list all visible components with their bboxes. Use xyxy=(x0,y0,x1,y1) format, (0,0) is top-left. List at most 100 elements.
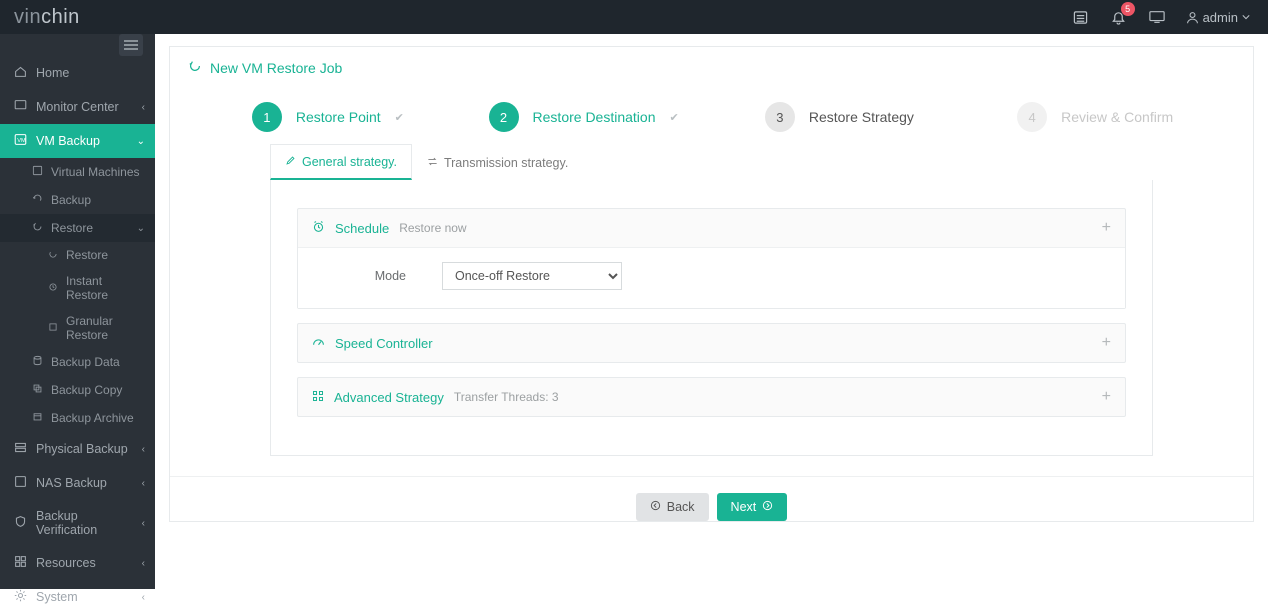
sidebar-sub-label: Backup xyxy=(51,193,91,207)
notification-bell-icon[interactable]: 5 xyxy=(1110,8,1128,26)
sidebar-item-backup-verification[interactable]: Backup Verification ‹ xyxy=(0,500,155,546)
sidebar-sub2-restore[interactable]: Restore xyxy=(0,242,155,268)
copy-icon xyxy=(32,383,43,397)
list-icon[interactable] xyxy=(1072,8,1090,26)
user-menu[interactable]: admin xyxy=(1186,10,1250,25)
monitor-center-icon xyxy=(14,99,27,115)
notification-badge: 5 xyxy=(1121,2,1135,16)
sidebar-sub2-label: Granular Restore xyxy=(66,314,145,342)
monitor-icon[interactable] xyxy=(1148,8,1166,26)
sidebar-label: VM Backup xyxy=(36,134,100,148)
plus-icon: + xyxy=(1102,388,1111,406)
back-label: Back xyxy=(667,500,695,514)
sidebar-sub-label: Backup Archive xyxy=(51,411,134,425)
restore-icon xyxy=(188,59,202,76)
sidebar-sub-backup-archive[interactable]: Backup Archive xyxy=(0,404,155,432)
sidebar-sub2-label: Restore xyxy=(66,248,108,262)
tab-general-strategy[interactable]: General strategy. xyxy=(270,144,412,180)
schedule-header[interactable]: Schedule Restore now + xyxy=(298,209,1125,247)
vm-list-icon xyxy=(32,165,43,179)
plus-icon: + xyxy=(1102,334,1111,352)
shield-icon xyxy=(14,515,27,531)
server-icon xyxy=(14,441,27,457)
sidebar-sub-label: Restore xyxy=(51,221,93,235)
sidebar-label: Backup Verification xyxy=(36,509,133,537)
wizard-step-2[interactable]: 2 Restore Destination ✔ xyxy=(456,94,712,140)
sidebar-sub-backup-data[interactable]: Backup Data xyxy=(0,348,155,376)
next-label: Next xyxy=(731,500,757,514)
menu-icon xyxy=(124,40,138,50)
wizard-step-4: 4 Review & Confirm xyxy=(967,94,1223,140)
wizard-steps: 1 Restore Point ✔ 2 Restore Destination … xyxy=(170,88,1253,140)
sidebar-sub-label: Backup Data xyxy=(51,355,120,369)
sidebar-sub2-label: Instant Restore xyxy=(66,274,145,302)
grid-icon xyxy=(14,555,27,571)
step-label: Review & Confirm xyxy=(1061,109,1173,125)
chevron-down-icon: ⌄ xyxy=(137,223,145,234)
sidebar-item-physical-backup[interactable]: Physical Backup ‹ xyxy=(0,432,155,466)
advanced-title: Advanced Strategy xyxy=(334,390,444,405)
sidebar-sub-restore[interactable]: Restore ⌄ xyxy=(0,214,155,242)
data-icon xyxy=(32,355,43,369)
chevron-left-icon: ‹ xyxy=(142,102,145,113)
chevron-left-icon: ‹ xyxy=(142,518,145,529)
sidebar-item-monitor[interactable]: Monitor Center ‹ xyxy=(0,90,155,124)
wizard-panel: New VM Restore Job 1 Restore Point ✔ 2 R… xyxy=(169,46,1254,522)
sidebar-sub-label: Virtual Machines xyxy=(51,165,140,179)
sidebar-item-vm-backup[interactable]: VM VM Backup ⌄ xyxy=(0,124,155,158)
backup-icon xyxy=(32,193,43,207)
sidebar-toggle-button[interactable] xyxy=(119,34,143,56)
back-button[interactable]: Back xyxy=(636,493,709,521)
restore-icon xyxy=(32,221,43,235)
gauge-icon xyxy=(312,335,325,351)
mode-select[interactable]: Once-off Restore xyxy=(442,262,622,290)
advanced-section: Advanced Strategy Transfer Threads: 3 + xyxy=(297,377,1126,417)
sidebar-toggle-row xyxy=(0,34,155,56)
sidebar-item-home[interactable]: Home xyxy=(0,56,155,90)
schedule-title: Schedule xyxy=(335,221,389,236)
topbar: vinchin 5 admin xyxy=(0,0,1268,34)
chevron-left-icon: ‹ xyxy=(142,444,145,455)
sidebar-label: Resources xyxy=(36,556,96,570)
transfer-icon xyxy=(427,156,438,170)
advanced-header[interactable]: Advanced Strategy Transfer Threads: 3 + xyxy=(298,378,1125,416)
sidebar-label: Physical Backup xyxy=(36,442,128,456)
next-button[interactable]: Next xyxy=(717,493,788,521)
sidebar: Home Monitor Center ‹ VM VM Backup ⌄ Vir… xyxy=(0,34,155,589)
check-icon: ✔ xyxy=(395,111,404,124)
step-number: 1 xyxy=(252,102,282,132)
archive-icon xyxy=(32,411,43,425)
sidebar-item-resources[interactable]: Resources ‹ xyxy=(0,546,155,580)
chevron-down-icon xyxy=(1242,13,1250,21)
sidebar-sub-backup[interactable]: Backup xyxy=(0,186,155,214)
strategy-tabs: General strategy. Transmission strategy. xyxy=(170,144,1253,180)
tab-label: Transmission strategy. xyxy=(444,156,568,170)
speed-header[interactable]: Speed Controller + xyxy=(298,324,1125,362)
tab-transmission-strategy[interactable]: Transmission strategy. xyxy=(412,144,583,180)
instant-icon xyxy=(48,281,58,295)
sidebar-sub-label: Backup Copy xyxy=(51,383,122,397)
step-number: 4 xyxy=(1017,102,1047,132)
chevron-left-icon: ‹ xyxy=(142,478,145,489)
step-label: Restore Point xyxy=(296,109,381,125)
chevron-down-icon: ⌄ xyxy=(137,136,145,147)
sidebar-item-nas-backup[interactable]: NAS Backup ‹ xyxy=(0,466,155,500)
sidebar-label: Home xyxy=(36,66,69,80)
sidebar-sub-virtual-machines[interactable]: Virtual Machines xyxy=(0,158,155,186)
step-number: 2 xyxy=(489,102,519,132)
sidebar-sub2-instant-restore[interactable]: Instant Restore xyxy=(0,268,155,308)
main-area: Home Monitor Center ‹ VM VM Backup ⌄ Vir… xyxy=(0,34,1268,589)
page-title-row: New VM Restore Job xyxy=(170,47,1253,88)
sidebar-label: System xyxy=(36,590,78,604)
tab-body: Schedule Restore now + Mode Once-off Res… xyxy=(270,180,1153,456)
sidebar-sub2-granular-restore[interactable]: Granular Restore xyxy=(0,308,155,348)
nas-icon xyxy=(14,475,27,491)
brand-prefix: vin xyxy=(14,6,41,28)
user-label: admin xyxy=(1203,10,1238,25)
advanced-hint: Transfer Threads: 3 xyxy=(454,390,559,404)
sidebar-label: NAS Backup xyxy=(36,476,107,490)
sidebar-item-system[interactable]: System ‹ xyxy=(0,580,155,614)
sidebar-sub-backup-copy[interactable]: Backup Copy xyxy=(0,376,155,404)
wizard-step-1[interactable]: 1 Restore Point ✔ xyxy=(200,94,456,140)
schedule-body: Mode Once-off Restore xyxy=(298,247,1125,308)
